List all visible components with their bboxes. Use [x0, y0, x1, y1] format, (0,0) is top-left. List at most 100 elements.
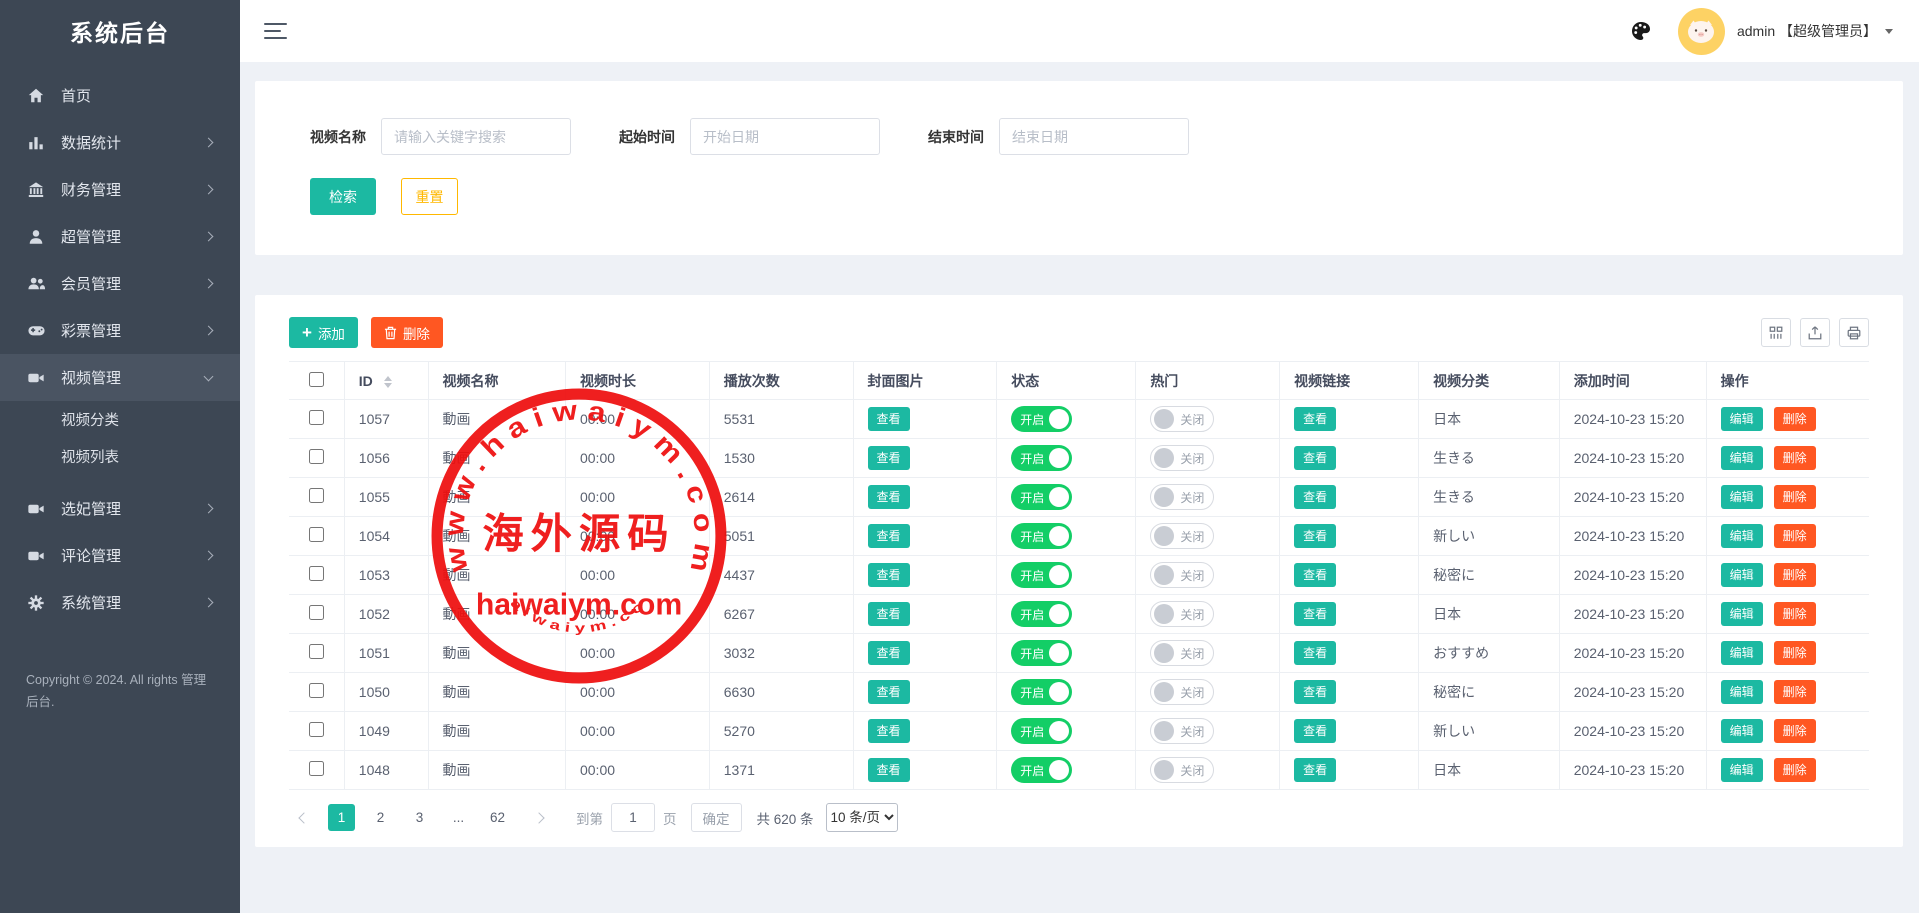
sidebar-item-superadmin[interactable]: 超管管理: [0, 213, 240, 260]
view-cover-button[interactable]: 查看: [868, 524, 910, 548]
jump-confirm-button[interactable]: 确定: [691, 803, 742, 832]
hot-toggle[interactable]: 关闭: [1150, 757, 1214, 783]
sidebar-item-lottery[interactable]: 彩票管理: [0, 307, 240, 354]
sidebar-item-members[interactable]: 会员管理: [0, 260, 240, 307]
page-button-2[interactable]: 2: [367, 804, 394, 831]
edit-button[interactable]: 编辑: [1721, 719, 1763, 743]
status-toggle[interactable]: 开启: [1011, 484, 1072, 510]
status-toggle[interactable]: 开启: [1011, 445, 1072, 471]
hot-toggle[interactable]: 关闭: [1150, 601, 1214, 627]
row-checkbox[interactable]: [309, 761, 324, 776]
sidebar-item-video[interactable]: 视频管理: [0, 354, 240, 401]
delete-button[interactable]: 删除: [1774, 680, 1816, 704]
view-cover-button[interactable]: 查看: [868, 407, 910, 431]
select-all-checkbox[interactable]: [309, 372, 324, 387]
view-cover-button[interactable]: 查看: [868, 719, 910, 743]
jump-page-input[interactable]: [611, 803, 655, 832]
delete-button[interactable]: 删除: [1774, 563, 1816, 587]
view-link-button[interactable]: 查看: [1294, 407, 1336, 431]
search-button[interactable]: 检索: [310, 178, 376, 215]
prev-page-button[interactable]: [289, 804, 316, 831]
export-button[interactable]: [1800, 318, 1830, 347]
row-checkbox[interactable]: [309, 449, 324, 464]
sidebar-item-comments[interactable]: 评论管理: [0, 532, 240, 579]
delete-button[interactable]: 删除: [1774, 524, 1816, 548]
hot-toggle[interactable]: 关闭: [1150, 718, 1214, 744]
status-toggle[interactable]: 开启: [1011, 679, 1072, 705]
view-link-button[interactable]: 查看: [1294, 758, 1336, 782]
page-button-1[interactable]: 1: [328, 804, 355, 831]
start-date-input[interactable]: [690, 118, 880, 155]
edit-button[interactable]: 编辑: [1721, 641, 1763, 665]
hot-toggle[interactable]: 关闭: [1150, 406, 1214, 432]
page-button-62[interactable]: 62: [484, 804, 511, 831]
row-checkbox[interactable]: [309, 527, 324, 542]
bulk-delete-button[interactable]: 删除: [371, 317, 443, 348]
delete-button[interactable]: 删除: [1774, 758, 1816, 782]
page-size-select[interactable]: 10 条/页: [826, 803, 898, 832]
status-toggle[interactable]: 开启: [1011, 523, 1072, 549]
sidebar-item-xuanfei[interactable]: 选妃管理: [0, 485, 240, 532]
edit-button[interactable]: 编辑: [1721, 680, 1763, 704]
delete-button[interactable]: 删除: [1774, 641, 1816, 665]
view-cover-button[interactable]: 查看: [868, 446, 910, 470]
sidebar-item-statistics[interactable]: 数据统计: [0, 119, 240, 166]
hot-toggle[interactable]: 关闭: [1150, 484, 1214, 510]
hot-toggle[interactable]: 关闭: [1150, 445, 1214, 471]
sidebar-item-home[interactable]: 首页: [0, 72, 240, 119]
next-page-button[interactable]: [527, 804, 554, 831]
hot-toggle[interactable]: 关闭: [1150, 640, 1214, 666]
hot-toggle[interactable]: 关闭: [1150, 523, 1214, 549]
sidebar-subitem-video-category[interactable]: 视频分类: [0, 401, 240, 438]
status-toggle[interactable]: 开启: [1011, 757, 1072, 783]
row-checkbox[interactable]: [309, 566, 324, 581]
reset-button[interactable]: 重置: [401, 178, 458, 215]
view-cover-button[interactable]: 查看: [868, 602, 910, 626]
edit-button[interactable]: 编辑: [1721, 446, 1763, 470]
edit-button[interactable]: 编辑: [1721, 407, 1763, 431]
toggle-columns-button[interactable]: [1761, 318, 1791, 347]
row-checkbox[interactable]: [309, 683, 324, 698]
sort-icon[interactable]: [384, 376, 392, 389]
hamburger-menu-icon[interactable]: [264, 23, 288, 40]
sidebar-item-finance[interactable]: 财务管理: [0, 166, 240, 213]
view-cover-button[interactable]: 查看: [868, 641, 910, 665]
edit-button[interactable]: 编辑: [1721, 758, 1763, 782]
edit-button[interactable]: 编辑: [1721, 524, 1763, 548]
view-link-button[interactable]: 查看: [1294, 680, 1336, 704]
row-checkbox[interactable]: [309, 488, 324, 503]
delete-button[interactable]: 删除: [1774, 719, 1816, 743]
status-toggle[interactable]: 开启: [1011, 562, 1072, 588]
delete-button[interactable]: 删除: [1774, 602, 1816, 626]
video-name-input[interactable]: [381, 118, 571, 155]
edit-button[interactable]: 编辑: [1721, 485, 1763, 509]
view-link-button[interactable]: 查看: [1294, 446, 1336, 470]
edit-button[interactable]: 编辑: [1721, 602, 1763, 626]
row-checkbox[interactable]: [309, 644, 324, 659]
delete-button[interactable]: 删除: [1774, 485, 1816, 509]
theme-palette-icon[interactable]: [1630, 20, 1652, 42]
sidebar-subitem-video-list[interactable]: 视频列表: [0, 438, 240, 475]
status-toggle[interactable]: 开启: [1011, 406, 1072, 432]
view-cover-button[interactable]: 查看: [868, 563, 910, 587]
view-cover-button[interactable]: 查看: [868, 758, 910, 782]
page-button-3[interactable]: 3: [406, 804, 433, 831]
row-checkbox[interactable]: [309, 410, 324, 425]
end-date-input[interactable]: [999, 118, 1189, 155]
user-menu[interactable]: admin 【超级管理员】: [1737, 21, 1893, 41]
print-button[interactable]: [1839, 318, 1869, 347]
row-checkbox[interactable]: [309, 722, 324, 737]
avatar[interactable]: [1678, 8, 1725, 55]
delete-button[interactable]: 删除: [1774, 446, 1816, 470]
status-toggle[interactable]: 开启: [1011, 601, 1072, 627]
view-link-button[interactable]: 查看: [1294, 524, 1336, 548]
add-button[interactable]: + 添加: [289, 317, 358, 348]
status-toggle[interactable]: 开启: [1011, 640, 1072, 666]
view-link-button[interactable]: 查看: [1294, 719, 1336, 743]
hot-toggle[interactable]: 关闭: [1150, 679, 1214, 705]
view-link-button[interactable]: 查看: [1294, 485, 1336, 509]
edit-button[interactable]: 编辑: [1721, 563, 1763, 587]
view-cover-button[interactable]: 查看: [868, 680, 910, 704]
view-link-button[interactable]: 查看: [1294, 641, 1336, 665]
row-checkbox[interactable]: [309, 605, 324, 620]
